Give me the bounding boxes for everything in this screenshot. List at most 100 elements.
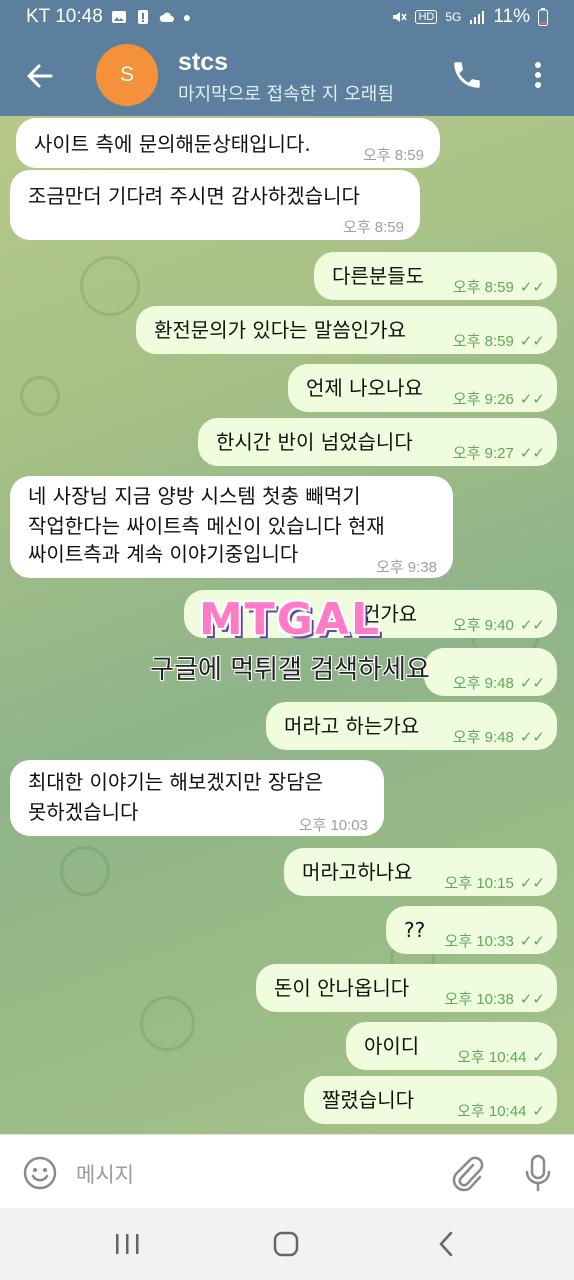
image-icon (111, 11, 126, 23)
doodle-decoration (60, 846, 110, 896)
message-bubble[interactable]: 최대한 이야기는 해보겠지만 장담은 못하겠습니다 오후 10:03 (10, 760, 384, 836)
message-bubble[interactable]: 한시간 반이 넘었습니다 오후 9:27 ✓✓ (198, 418, 557, 466)
message-text: 아이디 (364, 1034, 420, 1058)
message-time: 오후 9:40 (452, 617, 514, 634)
mic-icon[interactable] (522, 1153, 554, 1193)
message-text: 머라고 하는가요 (284, 714, 420, 738)
smile-icon[interactable] (22, 1155, 58, 1191)
message-meta: 오후 8:59 ✓✓ (453, 328, 545, 356)
message-meta: 오후 9:48 ✓✓ (453, 670, 545, 698)
message-meta: 오후 8:59 ✓✓ (453, 274, 545, 302)
message-bubble[interactable]: 머라고하나요 오후 10:15 ✓✓ (284, 848, 557, 896)
message-text: 조금만더 기다려 주시면 감사하겠습니다 (28, 184, 360, 208)
message-text: 환전문의가 있다는 말씀인가요 (154, 318, 406, 342)
message-meta: 오후 9:27 ✓✓ (453, 440, 545, 468)
battery-percent: 11% (493, 6, 530, 27)
message-bubble[interactable]: 짤렸습니다 오후 10:44 ✓ (304, 1076, 557, 1124)
more-vert-icon[interactable] (528, 58, 548, 92)
double-check-icon: ✓✓ (519, 279, 545, 296)
carrier-time: KT 10:48 (26, 6, 103, 27)
message-meta: 오후 10:44 ✓ (457, 1098, 545, 1126)
message-bubble[interactable]: 사이트 측에 문의해둔상태입니다. 오후 8:59 (16, 118, 440, 168)
message-time: 오후 8:59 (452, 333, 514, 350)
message-time: 오후 9:26 (452, 391, 514, 408)
chat-header: S stcs 마지막으로 접속한 지 오래됨 (0, 34, 574, 116)
mute-icon (393, 12, 408, 22)
message-text: 최대한 이야기는 해보겠지만 장담은 (28, 770, 324, 794)
message-input[interactable]: 메시지 (76, 1159, 134, 1189)
double-check-icon: ✓✓ (519, 617, 545, 634)
single-check-icon: ✓ (532, 1049, 545, 1066)
avatar[interactable]: S (96, 44, 158, 106)
double-check-icon: ✓✓ (519, 333, 545, 350)
watermark-logo: MTGAL (198, 594, 381, 645)
message-bubble[interactable]: 돈이 안나옵니다 오후 10:38 ✓✓ (256, 964, 557, 1012)
message-text: 작업한다는 싸이트측 메신이 있습니다 현재 (28, 514, 385, 538)
message-time: 오후 8:59 (363, 147, 424, 164)
message-meta: 오후 10:15 ✓✓ (445, 870, 545, 898)
message-meta: 오후 9:40 ✓✓ (453, 612, 545, 640)
message-bubble[interactable]: 환전문의가 있다는 말씀인가요 오후 8:59 ✓✓ (136, 306, 557, 354)
home-icon[interactable] (272, 1230, 300, 1258)
message-input-bar: 메시지 (0, 1134, 574, 1208)
cloud-icon (159, 12, 174, 22)
message-time: 오후 10:03 (298, 817, 368, 834)
message-text: 못하겠습니다 (28, 800, 139, 824)
message-bubble[interactable]: 조금만더 기다려 주시면 감사하겠습니다 오후 8:59 (10, 170, 420, 240)
paperclip-icon[interactable] (448, 1153, 484, 1193)
double-check-icon: ✓✓ (519, 675, 545, 692)
double-check-icon: ✓✓ (519, 933, 545, 950)
network-type: 5G (445, 10, 462, 24)
double-check-icon: ✓✓ (519, 445, 545, 462)
signal-icon (470, 11, 485, 24)
double-check-icon: ✓✓ (519, 729, 545, 746)
message-text: 언제 나오나요 (306, 376, 423, 400)
message-time: 오후 10:33 (444, 933, 514, 950)
battery-icon (538, 8, 548, 26)
avatar-letter: S (119, 63, 134, 86)
recent-apps-icon[interactable] (112, 1232, 142, 1256)
message-time: 오후 10:15 (444, 875, 514, 892)
message-bubble[interactable]: 아이디 오후 10:44 ✓ (346, 1022, 557, 1070)
message-text: 싸이트측과 계속 이야기중입니다 (28, 542, 299, 566)
alert-icon (137, 10, 148, 24)
message-meta: 오후 9:26 ✓✓ (453, 386, 545, 414)
message-text: 네 사장님 지금 양방 시스템 첫충 빼먹기 (28, 484, 361, 508)
system-nav-bar (0, 1208, 574, 1280)
message-text: 다른분들도 (332, 264, 424, 288)
doodle-decoration (20, 376, 60, 416)
message-text: 머라고하나요 (302, 860, 413, 884)
message-bubble[interactable]: 네 사장님 지금 양방 시스템 첫충 빼먹기 작업한다는 싸이트측 메신이 있습… (10, 476, 453, 578)
message-time: 오후 9:48 (452, 729, 514, 746)
message-text: 사이트 측에 문의해둔상태입니다. (34, 132, 311, 156)
message-time: 오후 8:59 (452, 279, 514, 296)
doodle-decoration (80, 256, 140, 316)
message-time: 오후 9:38 (376, 559, 437, 576)
double-check-icon: ✓✓ (519, 991, 545, 1008)
double-check-icon: ✓✓ (519, 875, 545, 892)
phone-icon[interactable] (450, 58, 484, 92)
arrow-left-icon[interactable] (24, 60, 56, 92)
back-nav-icon[interactable] (436, 1230, 456, 1258)
hd-icon: HD (415, 10, 438, 24)
last-seen-status: 마지막으로 접속한 지 오래됨 (178, 84, 394, 105)
message-time: 오후 10:44 (457, 1103, 527, 1120)
message-bubble[interactable]: 머라고 하는가요 오후 9:48 ✓✓ (266, 702, 557, 750)
message-time: 오후 10:38 (444, 991, 514, 1008)
message-meta: 오후 10:44 ✓ (457, 1044, 545, 1072)
chat-title[interactable]: stcs (178, 48, 228, 77)
message-bubble[interactable]: 언제 나오나요 오후 9:26 ✓✓ (288, 364, 557, 412)
dot-icon: ● (182, 9, 192, 25)
message-time: 오후 9:48 (452, 675, 514, 692)
message-text: 한시간 반이 넘었습니다 (216, 430, 413, 454)
message-text: ?? (404, 918, 426, 942)
message-bubble[interactable]: 다른분들도 오후 8:59 ✓✓ (314, 252, 557, 300)
message-time: 오후 8:59 (343, 219, 404, 236)
double-check-icon: ✓✓ (519, 391, 545, 408)
message-text: 짤렸습니다 (322, 1088, 414, 1112)
message-meta: 오후 10:33 ✓✓ (445, 928, 545, 956)
message-meta: 오후 9:48 ✓✓ (453, 724, 545, 752)
watermark-text: 구글에 먹튀갤 검색하세요 (150, 655, 430, 685)
chat-area[interactable]: 사이트 측에 문의해둔상태입니다. 오후 8:59 조금만더 기다려 주시면 감… (0, 116, 574, 1134)
message-bubble[interactable]: ?? 오후 10:33 ✓✓ (386, 906, 557, 954)
